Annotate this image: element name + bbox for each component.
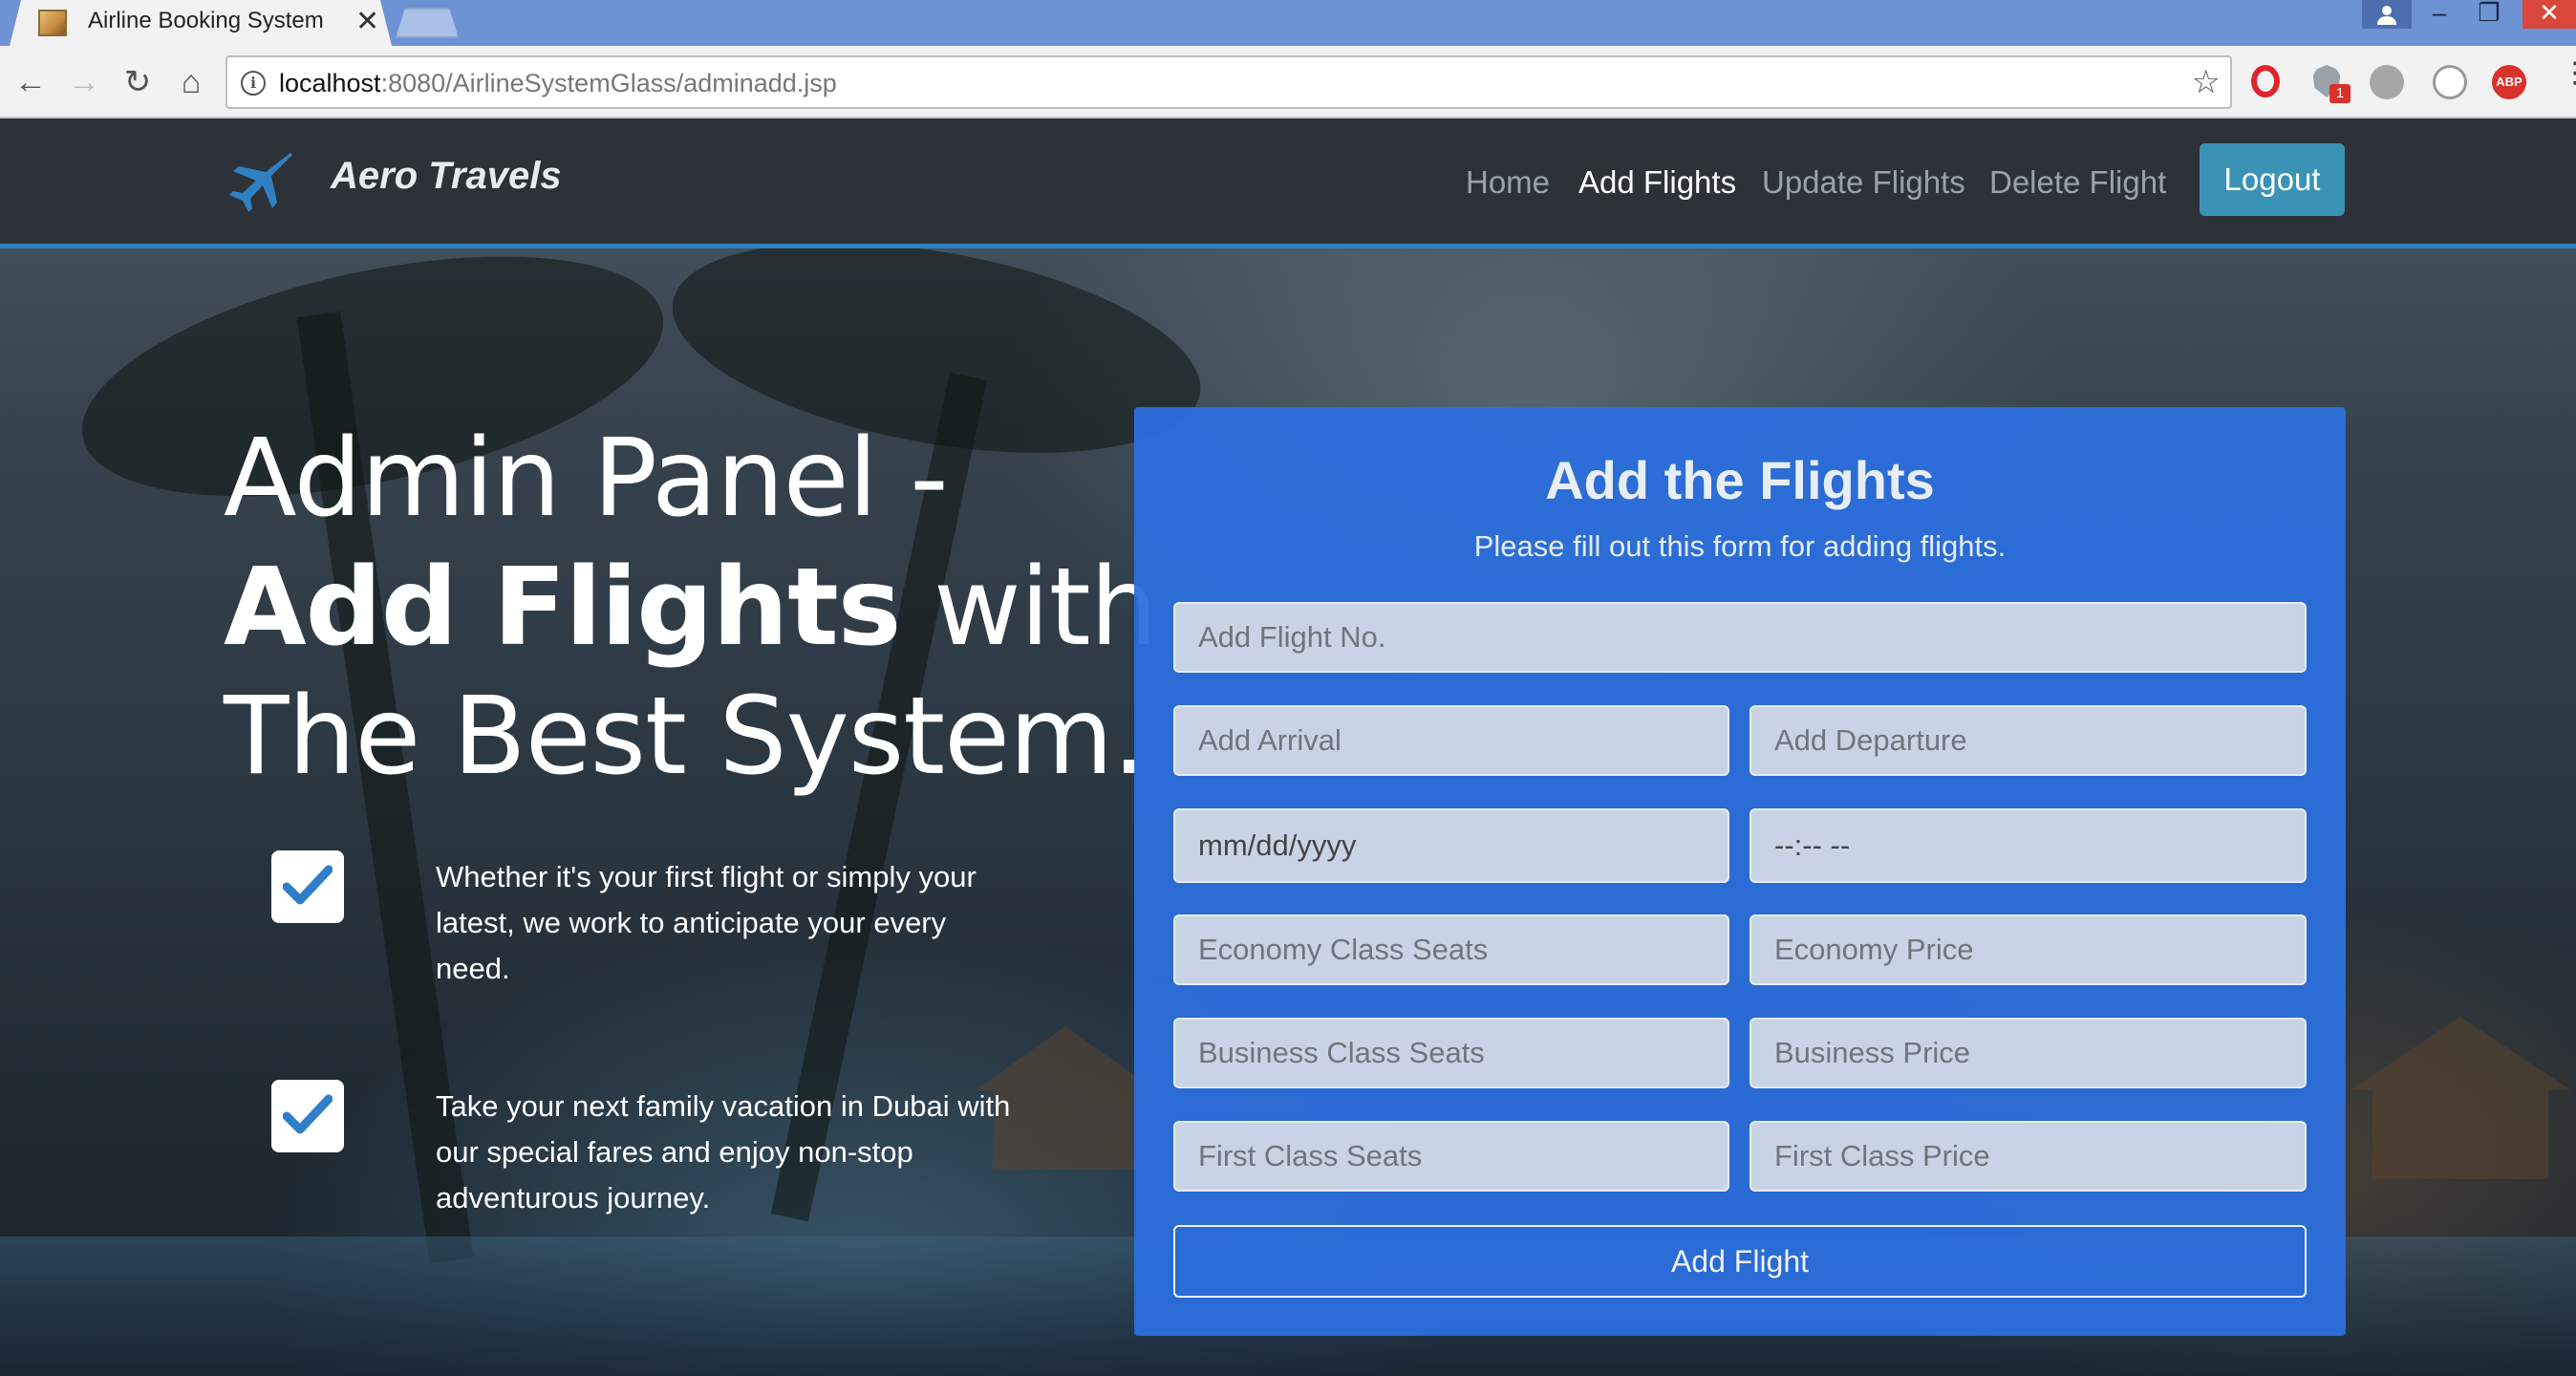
feature-text-2: Take your next family vacation in Dubai … — [436, 1089, 1011, 1215]
opera-extension-icon[interactable] — [2251, 65, 2280, 97]
restore-button[interactable]: ❐ — [2465, 0, 2513, 29]
economy-price-input[interactable]: Economy Price — [1750, 914, 2307, 985]
brand-name[interactable]: Aero Travels — [331, 155, 562, 198]
back-arrow-icon[interactable]: ← — [11, 63, 50, 101]
form-title: Add the Flights — [1545, 450, 1935, 510]
minimize-button[interactable]: – — [2415, 0, 2463, 29]
checkbox-icon — [271, 1080, 344, 1152]
new-tab-button[interactable] — [396, 8, 459, 38]
info-icon[interactable]: i — [241, 71, 266, 96]
page-background: Aero Travels Home Add Flights Update Fli… — [0, 118, 2576, 1376]
nav-delete-flight-link[interactable]: Delete Flight — [1989, 164, 2166, 201]
browser-tabstrip: Airline Booking System ✕ – ❐ ✕ — [0, 0, 2576, 46]
bookmark-star-icon[interactable]: ☆ — [2192, 63, 2221, 101]
form-subtitle: Please fill out this form for adding fli… — [1473, 529, 2007, 563]
first-class-seats-input[interactable]: First Class Seats — [1173, 1121, 1729, 1192]
browser-menu-icon[interactable]: ⋮ — [2561, 59, 2576, 88]
hero-line-2-bold: Add Flights — [224, 546, 901, 670]
hero-line-3: The Best System. — [224, 675, 1147, 799]
add-flight-form: Add the Flights Please fill out this for… — [1134, 407, 2346, 1336]
first-class-price-input[interactable]: First Class Price — [1750, 1121, 2307, 1192]
checkmark-icon — [283, 1094, 333, 1134]
business-seats-input[interactable]: Business Class Seats — [1173, 1018, 1729, 1088]
hero-heading: Admin Panel - Add Flights with The Best … — [224, 415, 1158, 802]
extension-ring-icon[interactable] — [2433, 65, 2467, 99]
adblock-extension-icon[interactable]: ABP — [2492, 65, 2526, 99]
add-flight-button[interactable]: Add Flight — [1173, 1225, 2307, 1298]
reload-icon[interactable]: ↻ — [118, 63, 157, 101]
browser-tab[interactable]: Airline Booking System ✕ — [10, 0, 392, 46]
window-close-button[interactable]: ✕ — [2522, 0, 2576, 29]
tab-close-icon[interactable]: ✕ — [355, 3, 379, 41]
forward-arrow-icon[interactable]: → — [65, 63, 103, 101]
site-navbar: Aero Travels Home Add Flights Update Fli… — [0, 118, 2576, 248]
browser-toolbar: ← → ↻ ⌂ i localhost:8080/AirlineSystemGl… — [0, 46, 2576, 118]
checkbox-icon — [271, 850, 344, 923]
flight-no-input[interactable]: Add Flight No. — [1173, 602, 2307, 673]
feature-text-1: Whether it's your first flight or simply… — [436, 860, 977, 985]
airplane-icon — [229, 153, 292, 212]
extension-icon[interactable] — [2370, 65, 2404, 99]
address-bar[interactable]: i localhost:8080/AirlineSystemGlass/admi… — [225, 55, 2232, 109]
tab-title: Airline Booking System — [88, 8, 324, 33]
user-icon — [2377, 6, 2396, 25]
profile-button[interactable] — [2362, 0, 2412, 29]
departure-input[interactable]: Add Departure — [1750, 705, 2307, 776]
arrival-input[interactable]: Add Arrival — [1173, 705, 1729, 776]
extension-badge: 1 — [2329, 84, 2351, 103]
hero-line-2-rest: with — [900, 546, 1158, 670]
nav-home-link[interactable]: Home — [1466, 164, 1550, 201]
logout-button[interactable]: Logout — [2200, 143, 2345, 216]
time-input[interactable]: --:-- -- — [1750, 808, 2307, 883]
home-icon[interactable]: ⌂ — [172, 63, 210, 101]
nav-add-flights-link[interactable]: Add Flights — [1578, 164, 1736, 201]
hut-decoration — [2351, 1017, 2570, 1179]
checkmark-icon — [283, 865, 333, 905]
hero-line-1: Admin Panel - — [224, 417, 949, 541]
economy-seats-input[interactable]: Economy Class Seats — [1173, 914, 1729, 985]
nav-update-flights-link[interactable]: Update Flights — [1762, 164, 1965, 201]
favicon-icon — [38, 10, 67, 36]
date-input[interactable]: mm/dd/yyyy — [1173, 808, 1729, 883]
url-text: localhost:8080/AirlineSystemGlass/admina… — [279, 69, 837, 97]
business-price-input[interactable]: Business Price — [1750, 1018, 2307, 1088]
